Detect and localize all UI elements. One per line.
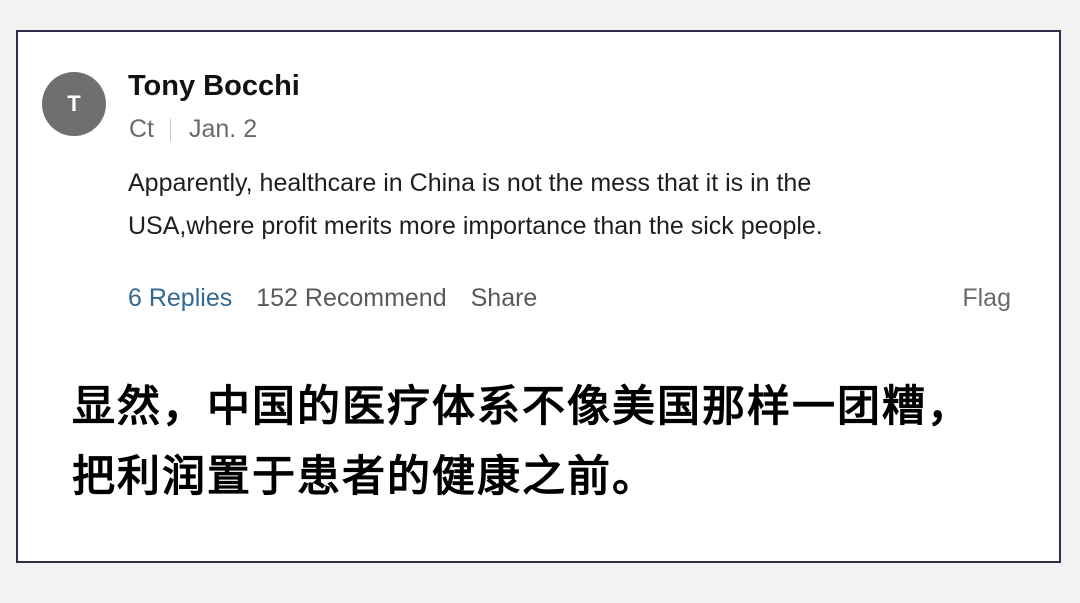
share-button[interactable]: Share xyxy=(471,284,538,313)
comment-line: Apparently, healthcare in China is not t… xyxy=(128,169,812,197)
comment-line: USA,where profit merits more importance … xyxy=(128,212,823,240)
flag-button[interactable]: Flag xyxy=(962,284,1011,313)
replies-button[interactable]: 6 Replies xyxy=(128,284,232,313)
comment-card: T Tony Bocchi Ct Jan. 2 Apparently, heal… xyxy=(16,30,1061,563)
avatar[interactable]: T xyxy=(42,72,106,136)
author-name[interactable]: Tony Bocchi xyxy=(128,70,300,103)
author-location: Ct xyxy=(129,115,154,143)
recommend-button[interactable]: 152 Recommend xyxy=(256,284,446,313)
translation-line: 显然，中国的医疗体系不像美国那样一团糟， xyxy=(72,382,972,432)
comment-meta: Ct Jan. 2 xyxy=(129,115,257,144)
chinese-translation: 显然，中国的医疗体系不像美国那样一团糟， 把利润置于患者的健康之前。 xyxy=(72,372,1032,512)
comment-actions: 6 Replies 152 Recommend Share xyxy=(128,284,537,313)
comment-date: Jan. 2 xyxy=(189,115,258,143)
translation-line: 把利润置于患者的健康之前。 xyxy=(72,452,657,502)
comment-body: Apparently, healthcare in China is not t… xyxy=(128,162,1008,248)
meta-separator xyxy=(170,118,171,141)
